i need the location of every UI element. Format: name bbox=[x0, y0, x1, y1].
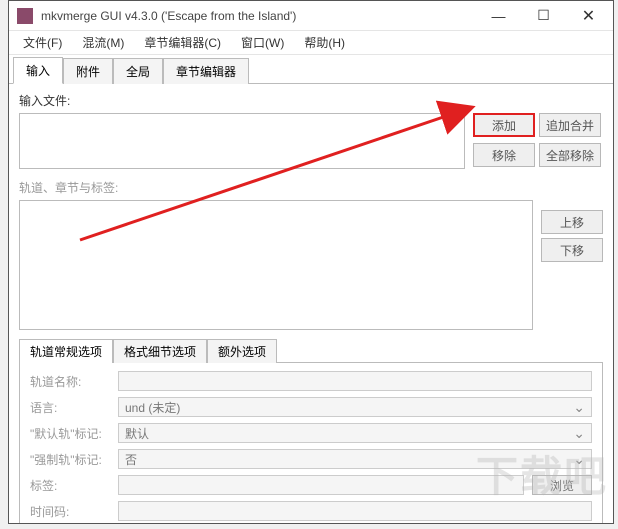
menu-file[interactable]: 文件(F) bbox=[13, 32, 72, 53]
default-flag-label: "默认轨"标记: bbox=[30, 425, 110, 442]
minimize-button[interactable]: — bbox=[476, 2, 521, 30]
app-icon bbox=[17, 8, 33, 24]
add-button[interactable]: 添加 bbox=[473, 113, 535, 137]
tracks-label: 轨道、章节与标签: bbox=[19, 179, 603, 196]
language-combo[interactable]: und (未定) bbox=[118, 397, 592, 417]
remove-all-button[interactable]: 全部移除 bbox=[539, 143, 601, 167]
forced-flag-combo[interactable]: 否 bbox=[118, 449, 592, 469]
tab-global[interactable]: 全局 bbox=[113, 58, 163, 84]
tab-attachments[interactable]: 附件 bbox=[63, 58, 113, 84]
menu-chapters[interactable]: 章节编辑器(C) bbox=[134, 32, 231, 53]
tags-field[interactable] bbox=[118, 475, 524, 495]
tracks-list[interactable] bbox=[19, 200, 533, 330]
timecodes-field[interactable] bbox=[118, 501, 592, 521]
window-title: mkvmerge GUI v4.3.0 ('Escape from the Is… bbox=[41, 9, 476, 23]
menu-mux[interactable]: 混流(M) bbox=[72, 32, 134, 53]
subtab-extra[interactable]: 额外选项 bbox=[207, 339, 277, 363]
remove-button[interactable]: 移除 bbox=[473, 143, 535, 167]
append-button[interactable]: 追加合并 bbox=[539, 113, 601, 137]
timecodes-label: 时间码: bbox=[30, 503, 110, 520]
close-button[interactable]: ✕ bbox=[566, 2, 611, 30]
move-up-button[interactable]: 上移 bbox=[541, 210, 603, 234]
move-down-button[interactable]: 下移 bbox=[541, 238, 603, 262]
language-label: 语言: bbox=[30, 399, 110, 416]
browse-tags-button[interactable]: 浏览 bbox=[532, 475, 592, 495]
menu-help[interactable]: 帮助(H) bbox=[294, 32, 355, 53]
tab-input[interactable]: 输入 bbox=[13, 57, 63, 84]
forced-flag-label: "强制轨"标记: bbox=[30, 451, 110, 468]
subtab-format[interactable]: 格式细节选项 bbox=[113, 339, 207, 363]
track-name-field[interactable] bbox=[118, 371, 592, 391]
default-flag-combo[interactable]: 默认 bbox=[118, 423, 592, 443]
tags-label: 标签: bbox=[30, 477, 110, 494]
menu-window[interactable]: 窗口(W) bbox=[231, 32, 294, 53]
subtab-general[interactable]: 轨道常规选项 bbox=[19, 339, 113, 363]
track-name-label: 轨道名称: bbox=[30, 373, 110, 390]
tab-chapter-editor[interactable]: 章节编辑器 bbox=[163, 58, 249, 84]
input-files-label: 输入文件: bbox=[19, 92, 603, 109]
input-files-list[interactable] bbox=[19, 113, 465, 169]
maximize-button[interactable]: ☐ bbox=[521, 2, 566, 30]
